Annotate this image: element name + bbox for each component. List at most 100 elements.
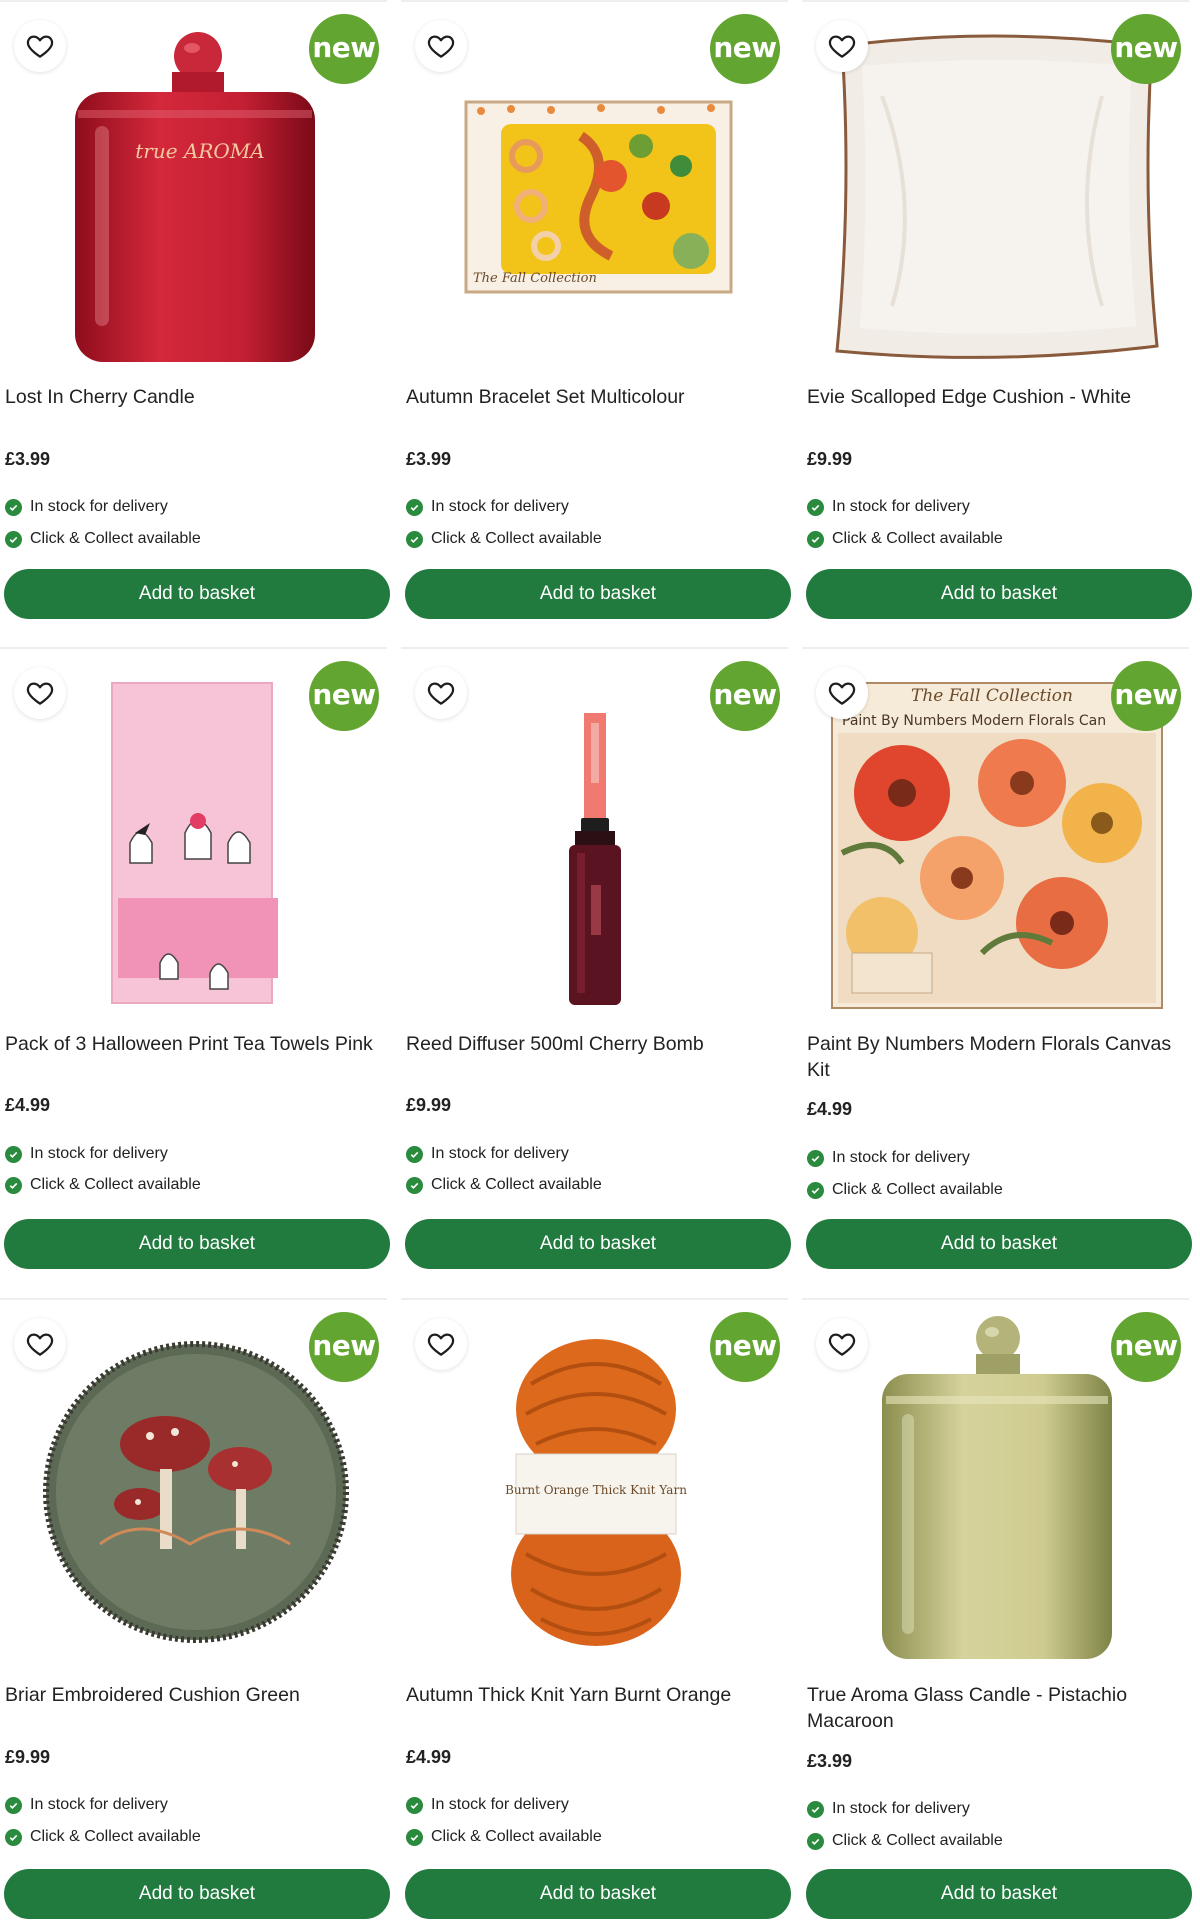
product-price: £4.99 [5, 1095, 51, 1115]
check-circle-icon [406, 1145, 423, 1163]
delivery-status-text: In stock for delivery [431, 498, 569, 515]
collect-status: Click & Collect available [406, 1826, 602, 1848]
product-card: new Briar Embroidered Cushion Green £9.9… [0, 1298, 390, 1924]
new-badge: new [710, 14, 780, 84]
wishlist-button[interactable] [415, 667, 467, 719]
check-circle-icon [406, 1796, 423, 1814]
product-price: £9.99 [807, 449, 853, 469]
yarn-label-text: Burnt Orange Thick Knit Yarn [505, 1483, 687, 1497]
collect-status: Click & Collect available [5, 1174, 201, 1196]
wishlist-button[interactable] [816, 667, 868, 719]
collect-status: Click & Collect available [5, 528, 201, 550]
collect-status: Click & Collect available [5, 1826, 201, 1848]
delivery-status-text: In stock for delivery [832, 1149, 970, 1166]
collect-status-text: Click & Collect available [30, 1828, 201, 1845]
delivery-status-text: In stock for delivery [30, 498, 168, 515]
check-circle-icon [807, 1832, 824, 1850]
product-title[interactable]: Autumn Thick Knit Yarn Burnt Orange [406, 1682, 786, 1708]
wishlist-button[interactable] [14, 1318, 66, 1370]
product-price: £3.99 [406, 449, 452, 469]
collect-status-text: Click & Collect available [30, 1176, 201, 1193]
product-card: new True Aroma Glass Candle - Pistachio … [802, 1298, 1192, 1924]
package-title: The Fall Collection [473, 271, 597, 286]
check-circle-icon [5, 1145, 22, 1163]
box-subtitle: Paint By Numbers Modern Florals Can [842, 713, 1106, 729]
new-badge: new [309, 661, 379, 731]
product-title[interactable]: Reed Diffuser 500ml Cherry Bomb [406, 1031, 786, 1057]
card-divider [401, 1298, 788, 1300]
product-title[interactable]: Briar Embroidered Cushion Green [5, 1682, 385, 1708]
product-title[interactable]: Evie Scalloped Edge Cushion - White [807, 384, 1187, 410]
heart-outline-icon [26, 1333, 54, 1356]
delivery-status-text: In stock for delivery [431, 1796, 569, 1813]
collect-status: Click & Collect available [807, 1830, 1003, 1852]
check-circle-icon [807, 1149, 824, 1167]
add-to-basket-button[interactable]: Add to basket [806, 1869, 1192, 1919]
delivery-status-text: In stock for delivery [832, 1800, 970, 1817]
collect-status: Click & Collect available [807, 528, 1003, 550]
card-divider [802, 647, 1189, 649]
heart-outline-icon [828, 35, 856, 58]
new-badge: new [1111, 661, 1181, 731]
product-title[interactable]: Lost In Cherry Candle [5, 384, 385, 410]
check-circle-icon [5, 530, 22, 548]
product-price: £4.99 [406, 1747, 452, 1767]
add-to-basket-button[interactable]: Add to basket [806, 1219, 1192, 1269]
wishlist-button[interactable] [14, 20, 66, 72]
card-divider [802, 1298, 1189, 1300]
heart-outline-icon [427, 1333, 455, 1356]
collect-status-text: Click & Collect available [431, 1176, 602, 1193]
collect-status-text: Click & Collect available [832, 1832, 1003, 1849]
product-price: £9.99 [406, 1095, 452, 1115]
card-divider [0, 647, 387, 649]
delivery-status-text: In stock for delivery [30, 1145, 168, 1162]
wishlist-button[interactable] [816, 1318, 868, 1370]
check-circle-icon [5, 1796, 22, 1814]
new-badge: new [710, 661, 780, 731]
delivery-status-text: In stock for delivery [30, 1796, 168, 1813]
delivery-status: In stock for delivery [807, 496, 970, 518]
check-circle-icon [5, 1828, 22, 1846]
wishlist-button[interactable] [816, 20, 868, 72]
check-circle-icon [807, 530, 824, 548]
add-to-basket-button[interactable]: Add to basket [806, 569, 1192, 619]
delivery-status-text: In stock for delivery [832, 498, 970, 515]
product-card: Burnt Orange Thick Knit Yarn new Autumn … [401, 1298, 791, 1924]
new-badge: new [1111, 14, 1181, 84]
delivery-status-text: In stock for delivery [431, 1145, 569, 1162]
add-to-basket-button[interactable]: Add to basket [405, 569, 791, 619]
collect-status: Click & Collect available [406, 1174, 602, 1196]
heart-outline-icon [26, 35, 54, 58]
check-circle-icon [406, 1828, 423, 1846]
collect-status: Click & Collect available [406, 528, 602, 550]
wishlist-button[interactable] [415, 1318, 467, 1370]
heart-outline-icon [427, 682, 455, 705]
check-circle-icon [406, 530, 423, 548]
collect-status-text: Click & Collect available [431, 530, 602, 547]
heart-outline-icon [828, 1333, 856, 1356]
add-to-basket-button[interactable]: Add to basket [4, 569, 390, 619]
product-title[interactable]: True Aroma Glass Candle - Pistachio Maca… [807, 1682, 1187, 1734]
wishlist-button[interactable] [14, 667, 66, 719]
card-divider [802, 0, 1189, 2]
product-title[interactable]: Paint By Numbers Modern Florals Canvas K… [807, 1031, 1187, 1083]
card-divider [401, 0, 788, 2]
add-to-basket-button[interactable]: Add to basket [405, 1219, 791, 1269]
delivery-status: In stock for delivery [807, 1147, 970, 1169]
product-title[interactable]: Pack of 3 Halloween Print Tea Towels Pin… [5, 1031, 385, 1057]
check-circle-icon [5, 1176, 22, 1194]
delivery-status: In stock for delivery [406, 1794, 569, 1816]
card-divider [0, 1298, 387, 1300]
product-price: £4.99 [807, 1099, 853, 1119]
add-to-basket-button[interactable]: Add to basket [4, 1219, 390, 1269]
product-title[interactable]: Autumn Bracelet Set Multicolour [406, 384, 786, 410]
wishlist-button[interactable] [415, 20, 467, 72]
product-card: new Pack of 3 Halloween Print Tea Towels… [0, 647, 390, 1273]
new-badge: new [710, 1312, 780, 1382]
add-to-basket-button[interactable]: Add to basket [4, 1869, 390, 1919]
heart-outline-icon [828, 682, 856, 705]
new-badge: new [309, 1312, 379, 1382]
collect-status-text: Click & Collect available [30, 530, 201, 547]
add-to-basket-button[interactable]: Add to basket [405, 1869, 791, 1919]
check-circle-icon [406, 498, 423, 516]
